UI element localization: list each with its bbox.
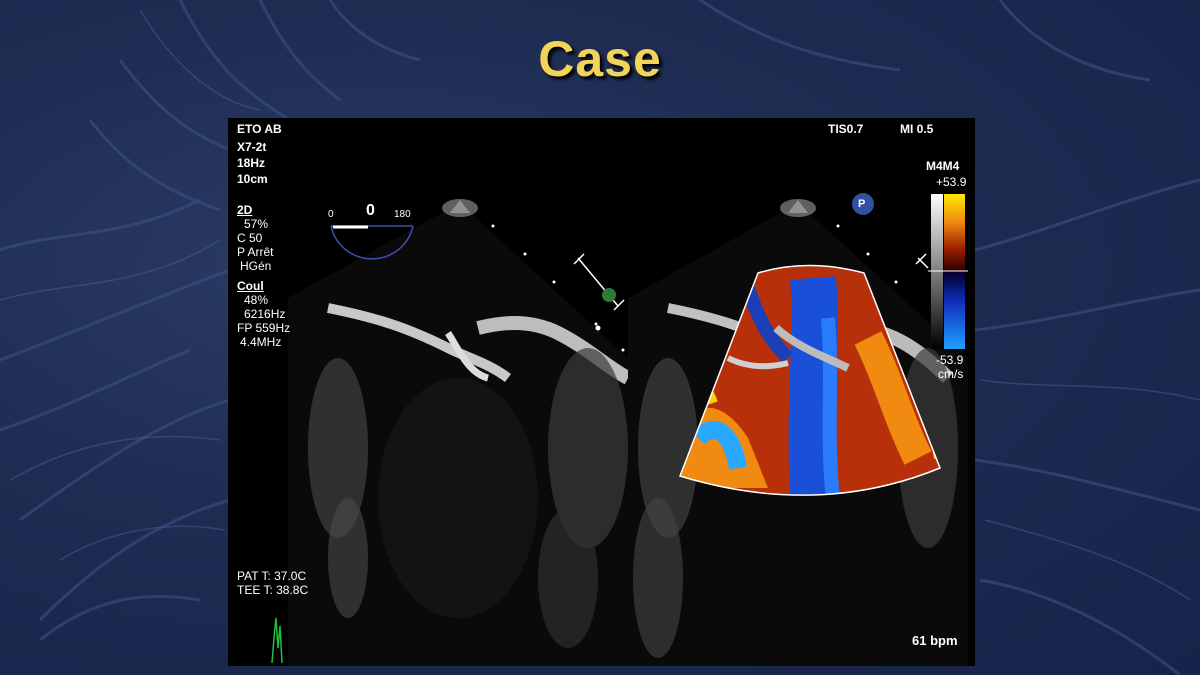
settings-2d-persistence: P Arrêt — [237, 245, 274, 259]
frame-rate: 18Hz — [237, 156, 266, 170]
color-scale-unit: cm/s — [938, 367, 964, 381]
settings-color-frequency: 4.4MHz — [240, 335, 282, 349]
settings-2d-label: 2D — [237, 203, 253, 217]
patient-temperature: PAT T: 37.0C — [237, 569, 307, 583]
settings-color-label: Coul — [237, 279, 264, 293]
settings-2d-gain: 57% — [244, 217, 269, 231]
slide-title: Case — [538, 31, 662, 87]
depth: 10cm — [237, 172, 268, 186]
settings-color-gain: 48% — [244, 293, 269, 307]
settings-2d-frequency: HGén — [240, 259, 272, 273]
color-scale-min: -53.9 — [936, 353, 964, 367]
echocardiogram-image: ETO AB X7-2t 18Hz 10cm TIS0.7 MI 0.5 2D … — [228, 118, 975, 666]
right-scan-marker — [915, 253, 929, 269]
scan-orientation-marker — [573, 253, 625, 311]
angle-min: 0 — [328, 209, 334, 220]
settings-color-filter: FP 559Hz — [237, 321, 291, 335]
settings-color-prf: 6216Hz — [244, 307, 286, 321]
left-2d-sector — [288, 203, 628, 666]
settings-2d-compression: C 50 — [237, 231, 263, 245]
ecg-trace — [271, 617, 283, 664]
mi-value: MI 0.5 — [900, 122, 934, 136]
focus-marker — [602, 288, 616, 302]
color-map-label: M4M4 — [926, 159, 960, 173]
tee-temperature: TEE T: 38.8C — [237, 583, 309, 597]
angle-value: 0 — [366, 202, 375, 219]
color-scale-max: +53.9 — [936, 175, 967, 189]
angle-max: 180 — [394, 209, 411, 220]
tis-value: TIS0.7 — [828, 122, 864, 136]
probe-label: X7-2t — [237, 140, 267, 154]
p-marker-label: P — [858, 198, 866, 210]
heart-rate: 61 bpm — [912, 633, 958, 648]
mode-label: ETO AB — [237, 122, 282, 136]
